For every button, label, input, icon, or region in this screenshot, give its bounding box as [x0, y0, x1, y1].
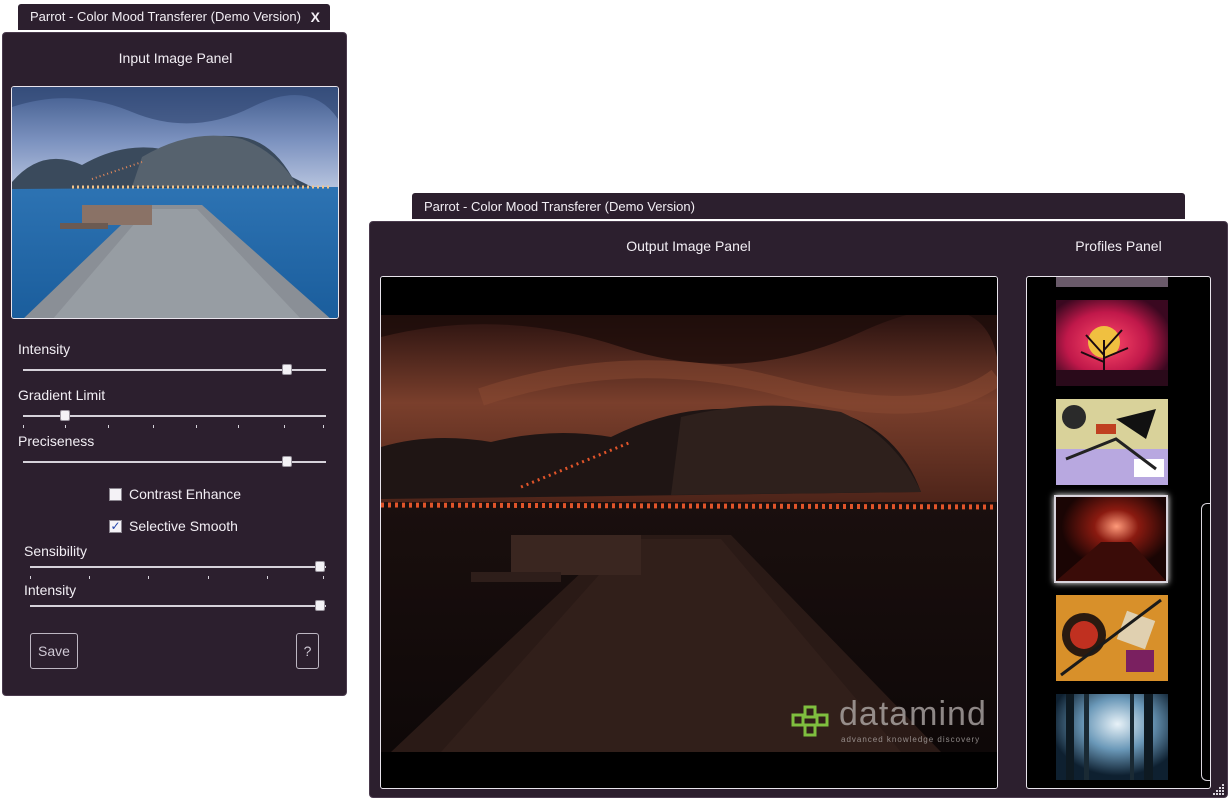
gradient-limit-label: Gradient Limit: [18, 387, 106, 403]
gradient-limit-slider[interactable]: [23, 409, 326, 428]
slider-tick: [195, 425, 197, 428]
profile-thumbnail[interactable]: [1056, 694, 1168, 780]
intensity-slider[interactable]: [23, 363, 326, 377]
output-window: Output Image Panel Profiles Panel datami…: [369, 221, 1228, 798]
input-window-title-bar[interactable]: Parrot - Color Mood Transferer (Demo Ver…: [18, 4, 330, 30]
slider-tick: [107, 425, 109, 428]
profile-thumbnail[interactable]: [1056, 399, 1168, 485]
resize-grip-icon[interactable]: [1213, 783, 1225, 795]
sensibility-slider[interactable]: [30, 560, 326, 579]
profile-abstract-orange-image: [1056, 595, 1168, 681]
preciseness-slider[interactable]: [23, 455, 326, 469]
slider-thumb[interactable]: [315, 561, 326, 572]
slider-track: [30, 605, 326, 607]
profile-thumbnail[interactable]: [1056, 277, 1168, 287]
slider-thumb[interactable]: [60, 410, 71, 421]
slider-thumb[interactable]: [315, 600, 326, 611]
slider-track: [30, 566, 326, 568]
checkbox-box[interactable]: [109, 487, 122, 501]
slider-tick: [207, 576, 209, 579]
slider-tick: [323, 576, 325, 579]
input-window-title: Parrot - Color Mood Transferer (Demo Ver…: [30, 9, 301, 24]
slider-tick: [23, 425, 24, 428]
input-panel-title: Input Image Panel: [118, 50, 233, 66]
selective-smooth-checkbox[interactable]: ✓ Selective Smooth: [109, 518, 238, 534]
slider-thumb[interactable]: [281, 456, 292, 467]
sensibility-label: Sensibility: [24, 543, 88, 559]
slider-track: [23, 369, 326, 371]
profile-thumbnail-selected[interactable]: [1054, 495, 1168, 583]
help-button[interactable]: ?: [296, 633, 319, 669]
profiles-panel-title: Profiles Panel: [1075, 238, 1162, 254]
save-button[interactable]: Save: [30, 633, 78, 669]
contrast-enhance-checkbox[interactable]: Contrast Enhance: [109, 486, 241, 502]
slider-tick: [266, 576, 268, 579]
output-window-title-bar[interactable]: Parrot - Color Mood Transferer (Demo Ver…: [412, 193, 1185, 219]
slider-tick: [322, 425, 324, 428]
output-window-title: Parrot - Color Mood Transferer (Demo Ver…: [424, 199, 695, 214]
intensity-label: Intensity: [18, 341, 71, 357]
watermark-tagline: advanced knowledge discovery: [841, 735, 981, 744]
contrast-enhance-label: Contrast Enhance: [129, 486, 242, 502]
slider-tick: [148, 576, 150, 579]
check-icon[interactable]: ✓: [109, 519, 122, 533]
output-image: datamind advanced knowledge discovery: [380, 276, 998, 789]
selective-intensity-label: Intensity: [24, 582, 77, 598]
profile-forest-image: [1056, 694, 1168, 780]
slider-tick: [238, 425, 240, 428]
input-image-graphic: [12, 87, 338, 318]
slider-tick: [153, 425, 155, 428]
profile-thumbnail[interactable]: [1056, 595, 1168, 681]
slider-thumb[interactable]: [281, 364, 292, 375]
output-panel-title: Output Image Panel: [626, 238, 751, 254]
slider-track: [23, 461, 326, 463]
selective-smooth-label: Selective Smooth: [129, 518, 238, 534]
watermark-brand: datamind: [839, 695, 987, 733]
slider-tick: [65, 425, 67, 428]
profile-thumbnail[interactable]: [1056, 300, 1168, 386]
input-image-panel: Input Image Panel Intensity Gradient Lim…: [2, 32, 347, 696]
input-image: [11, 86, 339, 319]
close-icon[interactable]: X: [311, 4, 320, 30]
profile-dark-corridor-image: [1056, 497, 1166, 581]
slider-tick: [89, 576, 91, 579]
profiles-list[interactable]: [1026, 276, 1211, 789]
slider-tick: [283, 425, 285, 428]
slider-tick: [30, 576, 31, 579]
profile-tree-moon-image: [1056, 300, 1168, 386]
preciseness-label: Preciseness: [18, 433, 95, 449]
profile-abstract-yellow-image: [1056, 399, 1168, 485]
selective-intensity-slider[interactable]: [30, 599, 326, 613]
profiles-scrollbar[interactable]: [1201, 503, 1210, 781]
